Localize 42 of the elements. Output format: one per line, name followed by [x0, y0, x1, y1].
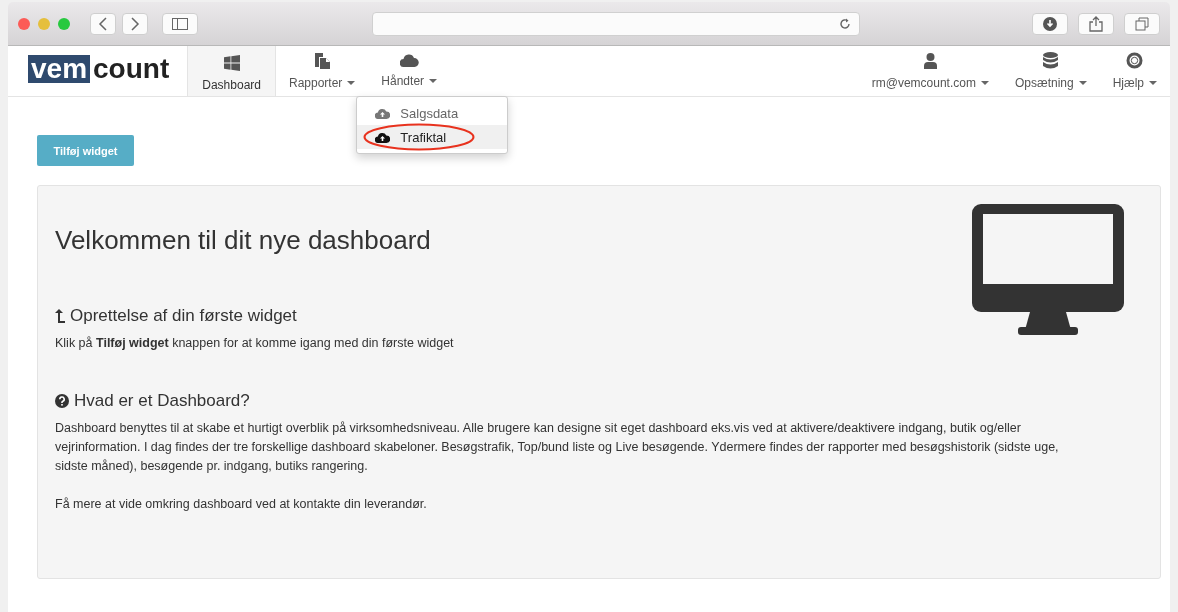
paragraph: Klik på Tilføj widget knappen for at komme igang med din første widget — [55, 335, 455, 352]
share-button[interactable] — [1078, 12, 1114, 35]
section-heading: Oprettelse af din første widget — [70, 306, 297, 326]
nav-item[interactable]: Rapporter — [276, 46, 369, 96]
cloud-icon — [399, 54, 419, 67]
menu-item[interactable]: Salgsdata — [357, 101, 508, 125]
menu-item[interactable]: Trafiktal — [357, 125, 508, 149]
nav-item[interactable]: Opsætning — [1001, 46, 1100, 96]
sidebar-button[interactable] — [162, 12, 198, 35]
forward-button[interactable] — [122, 12, 148, 35]
back-button[interactable] — [90, 12, 116, 35]
tabs-icon — [1135, 16, 1149, 31]
monitor-icon — [972, 204, 1124, 335]
section-heading: Hvad er et Dashboard? — [74, 391, 250, 411]
download-icon — [1043, 16, 1057, 31]
nav-item[interactable]: Hjælp — [1099, 46, 1170, 96]
question-circle-icon — [55, 394, 69, 408]
logo[interactable]: vem count — [28, 46, 170, 96]
database-icon — [1043, 52, 1059, 69]
close-button[interactable] — [18, 17, 30, 30]
share-icon — [1089, 15, 1103, 32]
level-up-arrow-icon — [55, 309, 65, 323]
paragraph: Få mere at vide omkring dashboard ved at kontakte din leverandør. — [55, 496, 428, 513]
sidebar-icon — [172, 17, 188, 30]
nav-item[interactable]: Håndter — [368, 46, 451, 96]
documents-icon — [314, 52, 330, 69]
download-button[interactable] — [1032, 12, 1068, 35]
tabs-button[interactable] — [1124, 12, 1160, 35]
windows-icon — [223, 54, 240, 71]
minimize-button[interactable] — [38, 17, 50, 30]
reload-icon[interactable] — [839, 17, 851, 30]
user-icon — [923, 52, 937, 69]
welcome-title: Velkommen til dit nye dashboard — [55, 224, 432, 256]
lifebuoy-icon — [1126, 52, 1144, 69]
paragraph: Dashboard benyttes til at skabe et hurtigt overblik på virksomhedsniveau. Alle brugere kan designe sit eget dashboard eks.vis ved at aktivere/deaktivere indgang, butik og/eller vejrinformation. I dag findes der tre forskellige dashboard skabeloner. Besøgstrafik, Top/bund liste og Live besøgende. Ydermere findes der rapporter med besøgshistorik (sidste uge, sidste måned), besøgende pr. indgang, butiks rangering. — [55, 420, 1060, 475]
chevron-right-icon — [130, 16, 140, 31]
zoom-button[interactable] — [58, 17, 70, 30]
cloud-upload-icon — [375, 107, 391, 119]
nav-item[interactable]: rm@vemcount.com — [858, 46, 1002, 96]
chevron-left-icon — [98, 16, 108, 31]
nav-item[interactable]: Dashboard — [187, 46, 276, 96]
cloud-upload-icon — [375, 131, 391, 143]
